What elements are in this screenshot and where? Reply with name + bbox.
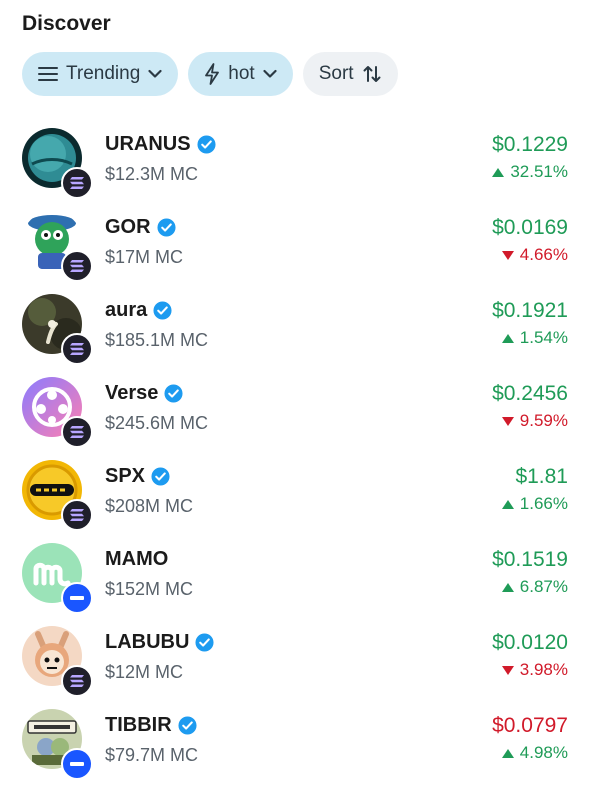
arrow-up-icon [501,333,514,343]
token-name: LABUBU [105,631,190,653]
token-name-row: SPX [105,465,170,488]
price-change-value: 1.66% [519,494,568,513]
price-change: 4.66% [501,245,568,265]
token-name: MAMO [105,548,169,570]
token-row[interactable]: URANUS $12.3M MC $0.1229 32.51% [0,124,589,207]
token-price: $0.2456 [492,382,568,405]
price-change: 32.51% [492,162,568,182]
token-name: aura [105,299,148,321]
token-name: SPX [105,465,146,487]
token-name: TIBBIR [105,714,172,736]
base-chain-icon [61,748,93,780]
base-chain-icon [61,582,93,614]
token-row[interactable]: SPX $208M MC $1.81 1.66% [0,456,589,539]
sort-arrows-icon [363,66,381,82]
hot-filter-button[interactable]: hot [188,52,293,96]
token-row[interactable]: LABUBU $12M MC $0.0120 3.98% [0,622,589,705]
token-row[interactable]: MAMO $152M MC $0.1519 6.87% [0,539,589,622]
verified-badge-icon [153,301,172,320]
solana-chain-icon [61,499,93,531]
filter-bar: Trending hot Sort [22,52,398,96]
trending-filter-label: Trending [66,63,141,84]
token-name: GOR [105,216,151,238]
price-change-value: 1.54% [519,328,568,347]
token-price: $1.81 [515,465,568,488]
verified-badge-icon [178,716,197,735]
token-name: Verse [105,382,159,404]
token-list: URANUS $12.3M MC $0.1229 32.51% GOR $17M… [0,124,589,788]
price-change: 9.59% [501,411,568,431]
token-price: $0.0169 [492,216,568,239]
page-title: Discover [22,12,111,35]
verified-badge-icon [157,218,176,237]
chevron-down-icon [263,69,277,78]
verified-badge-icon [164,384,183,403]
solana-chain-icon [61,167,93,199]
sort-button[interactable]: Sort [302,52,398,96]
token-name-row: MAMO [105,548,168,571]
token-name-row: aura [105,299,172,322]
menu-icon [38,67,58,81]
market-cap: $12M MC [105,662,184,682]
token-row[interactable]: GOR $17M MC $0.0169 4.66% [0,207,589,290]
arrow-up-icon [501,748,514,758]
price-change: 1.54% [501,328,568,348]
arrow-down-icon [501,416,514,426]
price-change: 4.98% [501,743,568,763]
price-change-value: 4.66% [519,245,568,264]
price-change-value: 9.59% [519,411,568,430]
token-price: $0.0120 [492,631,568,654]
market-cap: $12.3M MC [105,164,199,184]
price-change: 6.87% [501,577,568,597]
price-change: 3.98% [501,660,568,680]
token-price: $0.0797 [492,714,568,737]
arrow-up-icon [492,167,505,177]
solana-chain-icon [61,665,93,697]
market-cap: $245.6M MC [105,413,209,433]
token-row[interactable]: TIBBIR $79.7M MC $0.0797 4.98% [0,705,589,788]
market-cap: $208M MC [105,496,194,516]
chevron-down-icon [148,69,162,78]
price-change: 1.66% [501,494,568,514]
verified-badge-icon [151,467,170,486]
token-row[interactable]: aura $185.1M MC $0.1921 1.54% [0,290,589,373]
lightning-icon [205,63,220,85]
sort-label: Sort [318,63,354,84]
token-name: URANUS [105,133,191,155]
arrow-down-icon [501,250,514,260]
price-change-value: 4.98% [519,743,568,762]
solana-chain-icon [61,333,93,365]
token-name-row: TIBBIR [105,714,197,737]
price-change-value: 3.98% [519,660,568,679]
trending-filter-button[interactable]: Trending [22,52,179,96]
token-price: $0.1921 [492,299,568,322]
price-change-value: 6.87% [519,577,568,596]
arrow-up-icon [501,499,514,509]
arrow-down-icon [501,665,514,675]
solana-chain-icon [61,416,93,448]
token-name-row: Verse [105,382,183,405]
token-name-row: URANUS [105,133,216,156]
verified-badge-icon [197,135,216,154]
hot-filter-label: hot [228,63,255,84]
market-cap: $152M MC [105,579,194,599]
verified-badge-icon [195,633,214,652]
arrow-up-icon [501,582,514,592]
token-price: $0.1519 [492,548,568,571]
token-name-row: LABUBU [105,631,214,654]
market-cap: $185.1M MC [105,330,209,350]
price-change-value: 32.51% [510,162,568,181]
token-name-row: GOR [105,216,176,239]
market-cap: $79.7M MC [105,745,199,765]
market-cap: $17M MC [105,247,184,267]
token-price: $0.1229 [492,133,568,156]
solana-chain-icon [61,250,93,282]
token-row[interactable]: Verse $245.6M MC $0.2456 9.59% [0,373,589,456]
